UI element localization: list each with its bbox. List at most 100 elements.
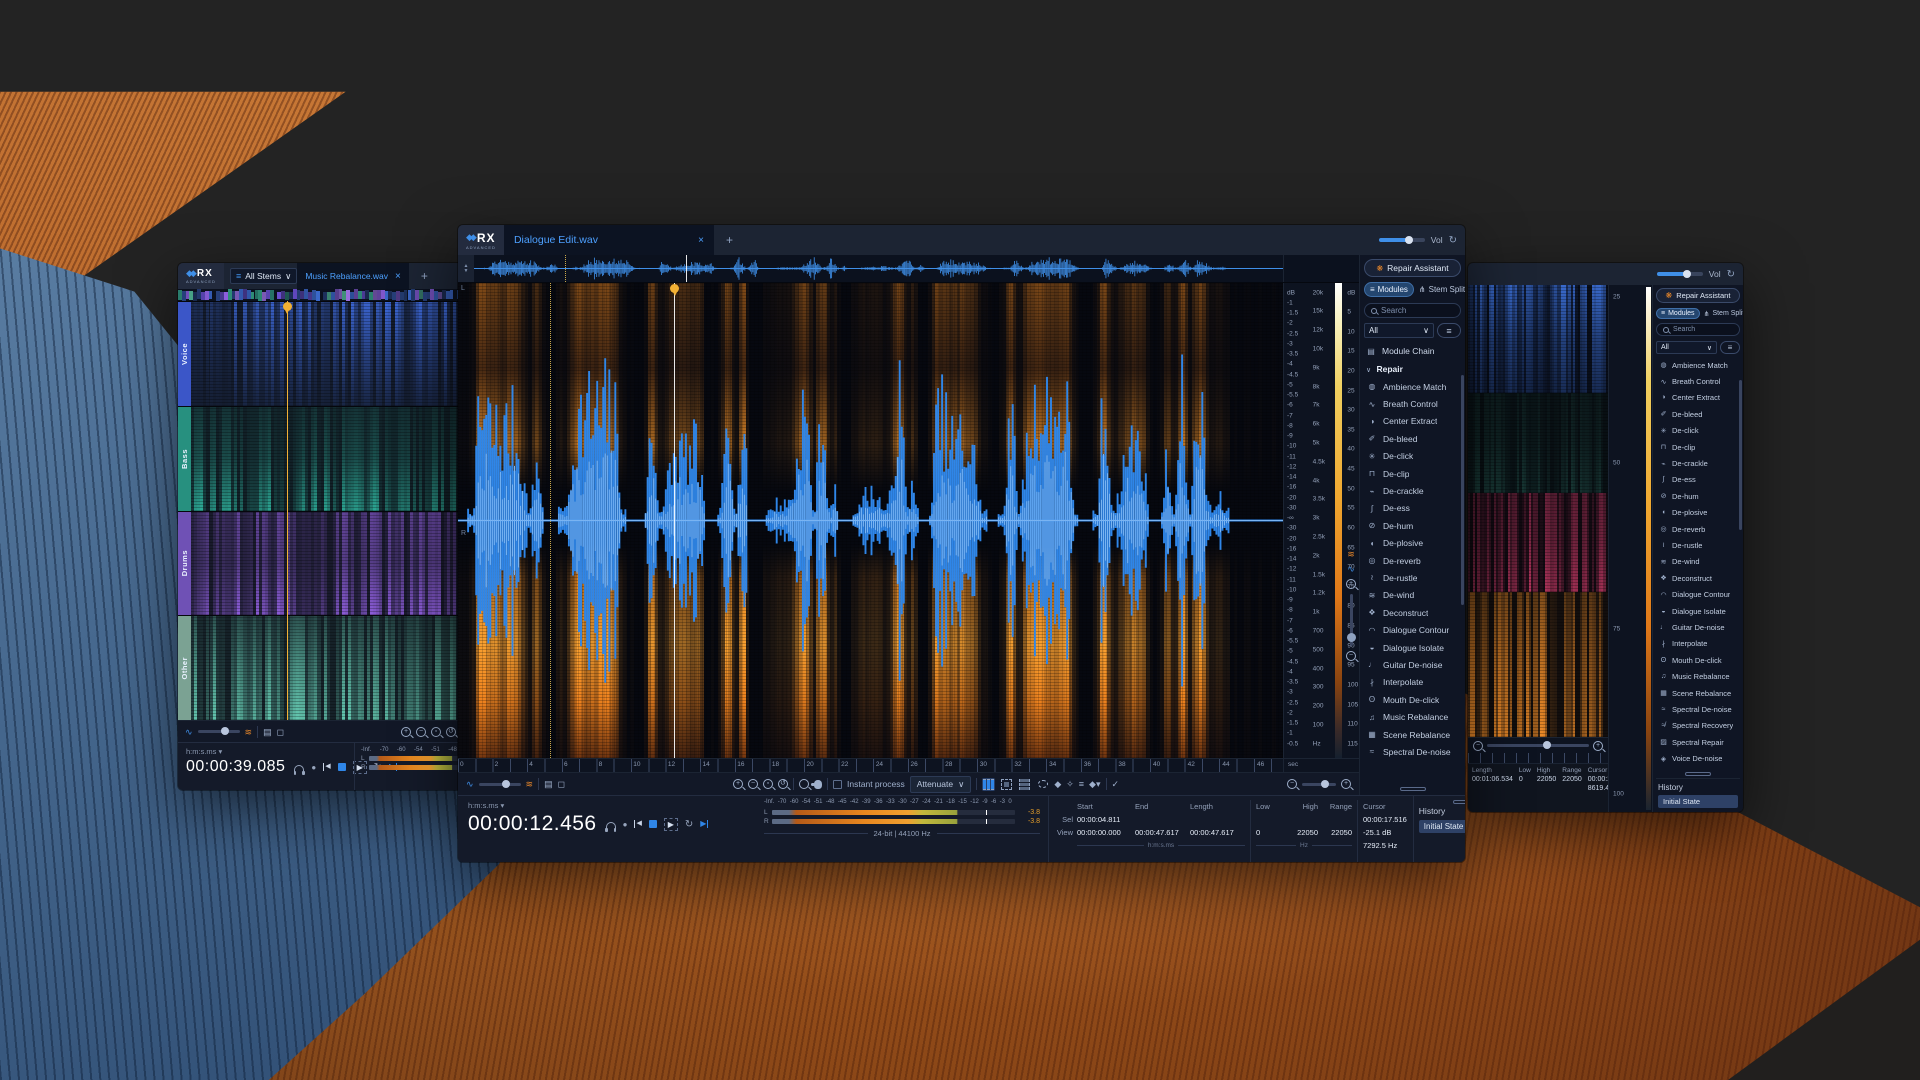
module-item[interactable]: ◠Dialogue Contour <box>1364 621 1461 638</box>
previous-icon[interactable]: ◀ <box>323 763 330 771</box>
previous-icon[interactable]: ◀ <box>634 820 641 828</box>
module-item[interactable]: ▨Spectral Repair <box>1656 734 1740 750</box>
new-tab-button[interactable]: + <box>726 233 733 247</box>
spectrogram-settings-icon[interactable]: ≋ <box>1347 549 1355 559</box>
levels-tool-icon[interactable]: ≡ <box>1079 779 1084 789</box>
stop-icon[interactable] <box>649 820 657 828</box>
layout-icon[interactable]: ▤ <box>263 727 272 737</box>
zoom-out-icon[interactable]: − <box>416 727 426 737</box>
zoom-in-icon[interactable]: + <box>733 779 743 789</box>
hzoom-in-icon[interactable]: + <box>1341 779 1351 789</box>
loop-icon[interactable]: ↻ <box>685 819 693 830</box>
module-item[interactable]: ≀De-rustle <box>1656 537 1740 553</box>
sync-icon[interactable]: ↻ <box>1727 269 1735 280</box>
module-item[interactable]: ▦Scene Rebalance <box>1364 726 1461 743</box>
module-item[interactable]: ʘMouth De-click <box>1364 691 1461 708</box>
history-entry[interactable]: Initial State <box>1419 820 1465 833</box>
module-item[interactable]: ◠Dialogue Contour <box>1656 586 1740 602</box>
module-item[interactable]: ∿Breath Control <box>1364 395 1461 412</box>
stop-icon[interactable] <box>338 763 346 771</box>
headphones-icon[interactable] <box>294 765 304 772</box>
module-item[interactable]: ♫Music Rebalance <box>1656 668 1740 684</box>
module-item[interactable]: ⊘De-hum <box>1364 517 1461 534</box>
stem-lane-other[interactable]: Other <box>178 615 484 720</box>
volume-slider[interactable] <box>1657 272 1703 276</box>
instant-process-checkbox[interactable] <box>833 780 842 789</box>
timecode-format[interactable]: h:m:s.ms ▾ <box>186 747 346 756</box>
module-item[interactable]: ✳De-click <box>1656 423 1740 439</box>
module-item[interactable]: ✳De-click <box>1364 448 1461 465</box>
hand-tool-icon[interactable] <box>814 780 822 789</box>
module-item[interactable]: ◍Ambience Match <box>1656 357 1740 373</box>
horizontal-zoom-slider[interactable] <box>1302 783 1336 786</box>
waveform-settings-icon[interactable]: ∿ <box>1347 564 1355 574</box>
stems-overview-strip[interactable] <box>178 289 484 301</box>
new-tab-button[interactable]: + <box>421 269 428 283</box>
zoom-selection-icon[interactable]: ▫ <box>763 779 773 789</box>
module-item[interactable]: ∫De-ess <box>1656 472 1740 488</box>
playhead[interactable] <box>674 283 675 758</box>
stem-label-voice[interactable]: Voice <box>178 302 191 406</box>
stems-spectrogram[interactable] <box>1468 285 1608 737</box>
play-to-end-icon[interactable]: ▶ <box>700 820 708 828</box>
close-icon[interactable]: × <box>395 271 401 282</box>
zoom-out-icon[interactable]: − <box>1473 741 1483 751</box>
playhead[interactable] <box>287 301 288 720</box>
stem-label-drums[interactable]: Drums <box>178 512 191 616</box>
repair-assistant-button[interactable]: ❋ Repair Assistant <box>1364 259 1461 277</box>
search-input[interactable]: Search <box>1364 303 1461 318</box>
zoom-reset-icon[interactable]: ↺ <box>778 779 788 789</box>
panel-resize-handle[interactable] <box>1419 799 1465 804</box>
stem-lane-voice[interactable]: Voice <box>178 301 484 406</box>
module-item[interactable]: ◖De-plosive <box>1656 505 1740 521</box>
list-options-button[interactable]: ≡ <box>1437 323 1461 338</box>
frequency-selection-tool[interactable] <box>1018 778 1031 791</box>
process-mode-dropdown[interactable]: Attenuate ∨ <box>910 776 972 793</box>
overview-strip[interactable]: ▲▼ <box>458 255 1359 283</box>
module-item[interactable]: ⊘De-hum <box>1656 488 1740 504</box>
module-item[interactable]: ≉Spectral Recovery <box>1656 718 1740 734</box>
overview-tools[interactable]: ▲▼ <box>458 255 474 282</box>
module-item[interactable]: ◒Dialogue Isolate <box>1364 639 1461 656</box>
module-item[interactable]: ◎De-reverb <box>1364 552 1461 569</box>
brush-menu-icon[interactable]: ◆▾ <box>1089 779 1100 789</box>
tab-music-rebalance[interactable]: Music Rebalance.wav × <box>297 263 409 289</box>
module-item[interactable]: ⊓De-clip <box>1656 439 1740 455</box>
module-item[interactable]: ✐De-bleed <box>1656 406 1740 422</box>
module-item[interactable]: ❖Deconstruct <box>1364 604 1461 621</box>
panel-resize-handle[interactable] <box>1364 785 1461 793</box>
lasso-tool[interactable] <box>1036 778 1049 791</box>
blend-slider[interactable] <box>198 730 240 733</box>
timecode-format[interactable]: h:m:s.ms ▾ <box>468 801 746 810</box>
zoom-slider[interactable] <box>1487 744 1589 747</box>
zoom-out-icon[interactable]: − <box>748 779 758 789</box>
headphones-icon[interactable] <box>606 822 616 829</box>
tab-stem-split[interactable]: ⋔ Stem Split <box>1414 283 1465 296</box>
record-icon[interactable]: ● <box>623 820 628 829</box>
module-item[interactable]: ⊓De-clip <box>1364 465 1461 482</box>
module-item[interactable]: ⌁De-crackle <box>1656 455 1740 471</box>
overview-playhead[interactable] <box>686 255 687 282</box>
module-item[interactable]: ∤Interpolate <box>1364 674 1461 691</box>
close-icon[interactable]: × <box>698 235 704 246</box>
zoom-in-icon[interactable]: + <box>401 727 411 737</box>
module-item[interactable]: ◑Center Extract <box>1656 390 1740 406</box>
spectrogram-view[interactable]: L R <box>458 283 1283 758</box>
category-filter-dropdown[interactable]: All ∨ <box>1364 323 1434 338</box>
signature-tool-icon[interactable]: ✓ <box>1112 779 1120 789</box>
zoom-in-icon[interactable]: + <box>1593 741 1603 751</box>
module-item[interactable]: ▦Scene Rebalance <box>1656 685 1740 701</box>
module-item[interactable]: ∿Breath Control <box>1656 373 1740 389</box>
module-item[interactable]: ✐De-bleed <box>1364 430 1461 447</box>
stem-spectrogram[interactable] <box>191 302 484 406</box>
record-icon[interactable]: ● <box>311 763 316 772</box>
module-item[interactable]: ≈Spectral De-noise <box>1656 701 1740 717</box>
volume-slider[interactable] <box>1379 238 1425 242</box>
module-item[interactable]: ≋De-wind <box>1656 554 1740 570</box>
tab-dialogue-edit[interactable]: Dialogue Edit.wav × <box>504 225 714 255</box>
blend-slider[interactable] <box>479 783 521 786</box>
sync-icon[interactable]: ↻ <box>1449 235 1457 246</box>
search-input[interactable]: Search <box>1656 323 1740 336</box>
stem-spectrogram[interactable] <box>191 512 484 616</box>
zoom-in-vertical-icon[interactable]: + <box>1346 579 1356 589</box>
